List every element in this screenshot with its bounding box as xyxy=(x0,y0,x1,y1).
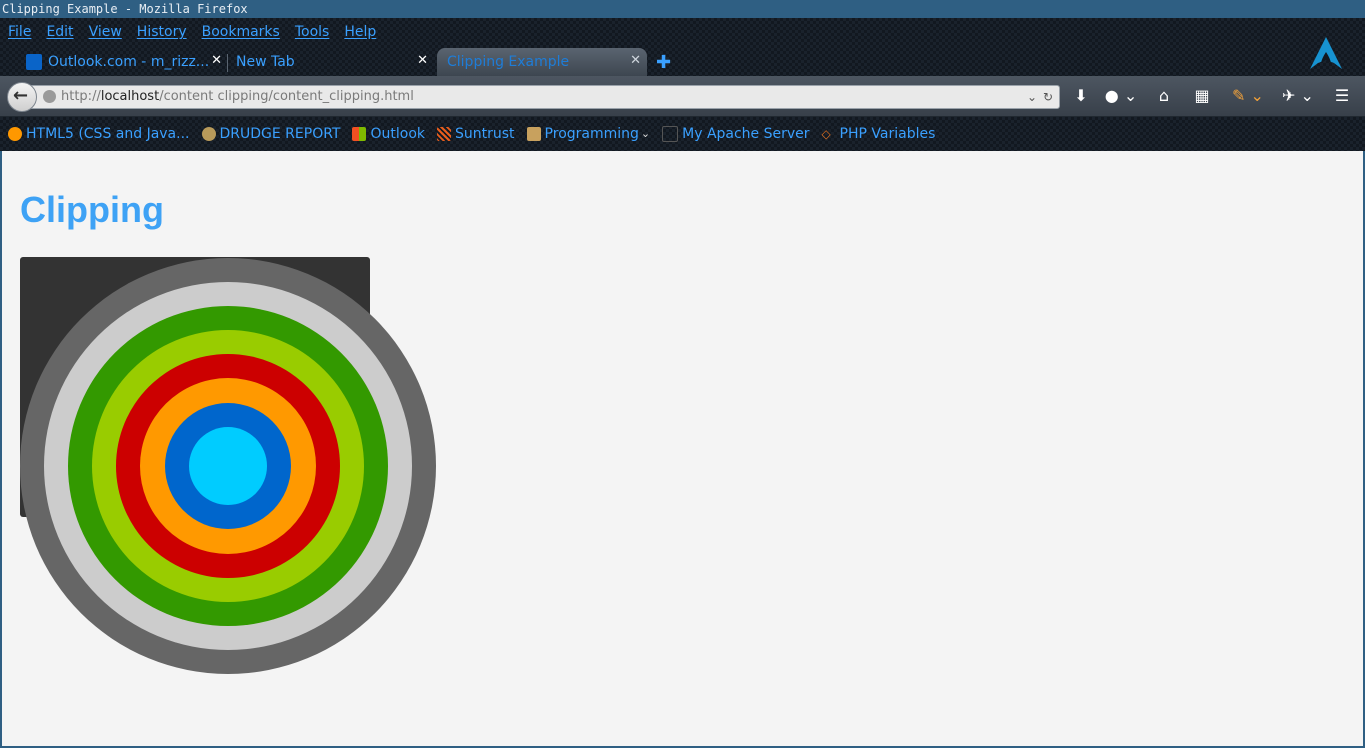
browser-window: Clipping Example - Mozilla Firefox File … xyxy=(0,0,1365,748)
outlook-icon xyxy=(26,54,42,70)
menu-file[interactable]: File xyxy=(8,24,31,40)
html5-icon xyxy=(8,126,22,141)
close-tab-icon[interactable]: ✕ xyxy=(417,53,428,68)
navigation-toolbar: http://localhost/content clipping/conten… xyxy=(0,76,1365,117)
bookmark-suntrust[interactable]: Suntrust xyxy=(437,126,515,142)
new-tab-plus-icon[interactable]: ✚ xyxy=(656,52,671,73)
extension-icon[interactable]: ✎ ⌄ xyxy=(1228,84,1268,108)
url-history-dropdown-icon[interactable]: ⌄ xyxy=(1027,86,1037,108)
menu-view[interactable]: View xyxy=(89,24,122,40)
url-bar[interactable]: http://localhost/content clipping/conten… xyxy=(30,85,1060,109)
menu-bookmarks[interactable]: Bookmarks xyxy=(202,24,280,40)
bookmark-folder-programming[interactable]: Programming ⌄ xyxy=(526,125,651,142)
close-tab-icon[interactable]: ✕ xyxy=(630,53,641,68)
url-scheme: http:// xyxy=(61,89,101,104)
menu-tools[interactable]: Tools xyxy=(295,24,330,40)
back-arrow-icon: ← xyxy=(13,85,29,106)
drudge-icon xyxy=(201,126,216,141)
bookmark-label: Programming xyxy=(544,125,639,142)
apache-icon xyxy=(662,125,679,142)
window-border-left xyxy=(0,151,2,748)
menu-edit[interactable]: Edit xyxy=(46,24,73,40)
window-title: Clipping Example - Mozilla Firefox xyxy=(0,0,1365,18)
bookmark-php-variables[interactable]: ◇ PHP Variables xyxy=(822,126,936,142)
tab-new-tab[interactable]: New Tab ✕ xyxy=(230,48,434,76)
addon-secondary-icon[interactable]: ✈ ⌄ xyxy=(1280,84,1316,108)
bookmark-label: Suntrust xyxy=(455,125,515,142)
bookmark-label: DRUDGE REPORT xyxy=(219,125,341,142)
tab-label: Outlook.com - m_rizz... xyxy=(48,54,210,70)
chevron-down-icon: ⌄ xyxy=(640,127,651,140)
menu-history[interactable]: History xyxy=(137,24,187,40)
close-tab-icon[interactable]: ✕ xyxy=(211,53,222,68)
bookmarks-toolbar: HTML5 (CSS and Java... DRUDGE REPORT Out… xyxy=(0,116,1365,151)
tab-outlook[interactable]: Outlook.com - m_rizz... ✕ xyxy=(20,48,228,76)
ring-8 xyxy=(189,427,267,505)
addon-menu-icon[interactable]: ● ⌄ xyxy=(1103,84,1139,108)
tab-clipping-example[interactable]: Clipping Example ✕ xyxy=(437,48,647,76)
home-icon[interactable]: ⌂ xyxy=(1152,84,1176,108)
browser-chrome: File Edit View History Bookmarks Tools H… xyxy=(0,18,1365,151)
windows-icon xyxy=(352,126,367,141)
url-path: /content clipping/content_clipping.html xyxy=(159,89,414,104)
download-icon[interactable]: ⬇ xyxy=(1069,84,1093,108)
tab-label: Clipping Example xyxy=(447,54,570,70)
page-content: Clipping xyxy=(2,151,1363,746)
tab-strip: Outlook.com - m_rizz... ✕ New Tab ✕ Clip… xyxy=(0,48,1365,76)
bookmark-drudge-report[interactable]: DRUDGE REPORT xyxy=(201,125,341,142)
tab-label: New Tab xyxy=(236,54,295,70)
bookmark-label: Outlook xyxy=(370,125,425,142)
site-identity-globe-icon xyxy=(43,90,56,103)
suntrust-icon xyxy=(437,126,451,141)
menu-bar: File Edit View History Bookmarks Tools H… xyxy=(0,18,391,46)
bookmark-my-apache-server[interactable]: My Apache Server xyxy=(662,125,810,142)
menu-help[interactable]: Help xyxy=(344,24,376,40)
url-host: localhost xyxy=(100,89,160,104)
page-title: Clipping xyxy=(20,189,164,230)
tab-groups-icon[interactable]: ▦ xyxy=(1190,84,1214,108)
bookmark-label: HTML5 (CSS and Java... xyxy=(26,125,190,142)
bookmark-outlook[interactable]: Outlook xyxy=(352,126,425,142)
folder-icon xyxy=(526,126,541,141)
concentric-rings-graphic xyxy=(20,258,436,674)
bookmark-label: PHP Variables xyxy=(839,125,936,142)
back-button[interactable]: ← xyxy=(7,82,37,112)
tab-divider xyxy=(227,54,228,72)
hamburger-menu-icon[interactable]: ☰ xyxy=(1330,84,1354,108)
php-icon: ◇ xyxy=(821,126,831,141)
bookmark-label: My Apache Server xyxy=(682,125,810,142)
bookmark-html5[interactable]: HTML5 (CSS and Java... xyxy=(8,126,190,142)
reload-icon[interactable]: ↻ xyxy=(1043,86,1053,108)
